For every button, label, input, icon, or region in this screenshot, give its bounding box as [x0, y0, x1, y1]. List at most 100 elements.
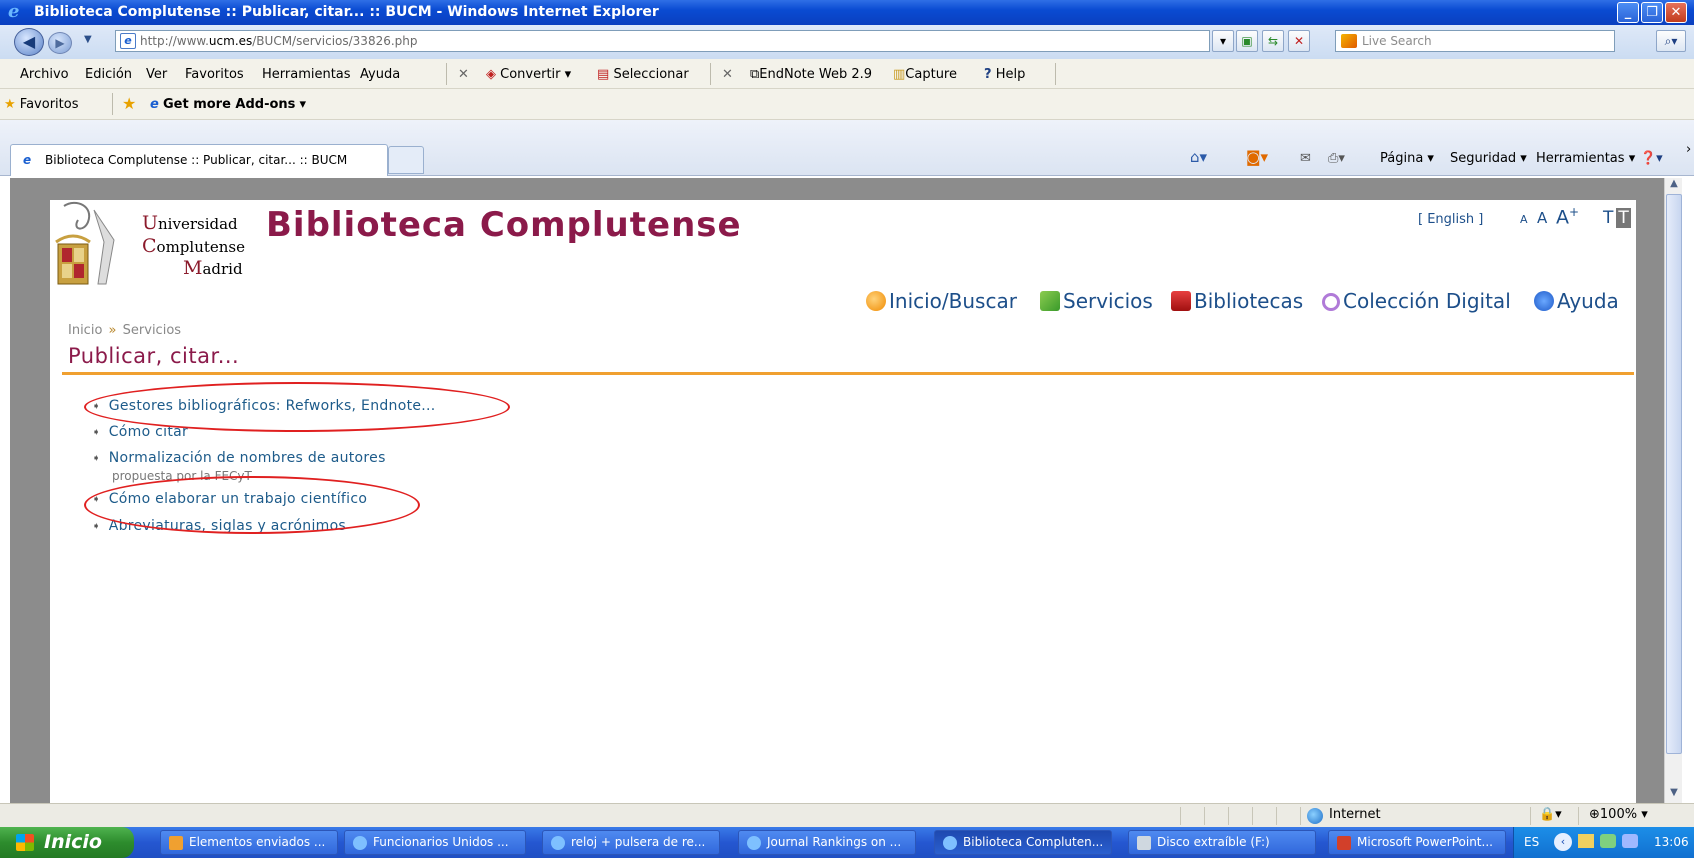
new-tab-button[interactable]: [388, 146, 424, 174]
capture-button[interactable]: ▥Capture: [893, 67, 957, 82]
address-input[interactable]: e http://www.ucm.es/BUCM/servicios/33826…: [115, 30, 1210, 52]
print-icon[interactable]: ⎙▾: [1328, 151, 1345, 166]
feeds-icon[interactable]: ◙▾: [1246, 148, 1268, 166]
font-size-large-button[interactable]: A+: [1556, 205, 1579, 228]
english-language-link[interactable]: [ English ]: [1418, 212, 1483, 227]
menu-edicion[interactable]: Edición: [85, 67, 132, 82]
stop-icon[interactable]: ✕: [1288, 30, 1310, 52]
book-icon: [1040, 291, 1060, 311]
protected-mode-icon[interactable]: 🔒▾: [1530, 807, 1578, 825]
convert-button[interactable]: ◈ Convertir ▾: [486, 67, 571, 82]
link-como-citar[interactable]: ➧ Cómo citar: [92, 424, 188, 440]
toolbar-close-icon[interactable]: ✕: [458, 67, 469, 82]
toolbar-close-icon[interactable]: ✕: [722, 67, 733, 82]
nav-servicios[interactable]: Servicios: [1040, 289, 1153, 313]
status-cell: [1228, 807, 1252, 825]
menu-archivo[interactable]: Archivo: [20, 67, 69, 82]
tools-menu-button[interactable]: Herramientas ▾: [1536, 151, 1635, 166]
overflow-chevron-icon[interactable]: ›: [1686, 142, 1691, 157]
mail-icon[interactable]: ✉: [1300, 151, 1311, 166]
search-input[interactable]: Live Search: [1335, 30, 1615, 52]
taskbar-item-outlook[interactable]: Elementos enviados ...: [160, 830, 338, 855]
taskbar-item-disco[interactable]: Disco extraíble (F:): [1128, 830, 1316, 855]
taskbar-item-powerpoint[interactable]: Microsoft PowerPoint...: [1328, 830, 1506, 855]
help-label: Help: [995, 67, 1026, 82]
ie-icon: [943, 836, 957, 850]
help-menu-icon[interactable]: ❓▾: [1640, 151, 1663, 166]
text-only-button[interactable]: TT: [1603, 208, 1631, 228]
nav-inicio-buscar[interactable]: Inicio/Buscar: [866, 289, 1017, 313]
security-menu-button[interactable]: Seguridad ▾: [1450, 151, 1527, 166]
bullet-arrow-icon: ➧: [92, 427, 101, 438]
scroll-up-icon[interactable]: ▲: [1667, 178, 1681, 192]
windows-logo-icon: [16, 834, 34, 851]
breadcrumb-servicios[interactable]: Servicios: [123, 323, 181, 338]
favorites-button[interactable]: ★ Favoritos: [4, 97, 78, 112]
menu-herramientas[interactable]: Herramientas: [262, 67, 351, 82]
back-button[interactable]: ◀: [14, 28, 44, 56]
nav-bibliotecas[interactable]: Bibliotecas: [1171, 289, 1303, 313]
taskbar-item-ie-biblioteca[interactable]: Biblioteca Compluten...: [934, 830, 1112, 855]
menu-ver[interactable]: Ver: [146, 67, 167, 82]
search-button[interactable]: ⌕▾: [1656, 30, 1686, 52]
link-trabajo-cientifico-label: Cómo elaborar un trabajo científico: [108, 491, 368, 507]
scroll-thumb[interactable]: [1666, 194, 1682, 754]
font-size-medium-button[interactable]: A: [1537, 209, 1547, 227]
taskbar-item-ie-journal[interactable]: Journal Rankings on ...: [738, 830, 916, 855]
network-tray-icon[interactable]: [1600, 834, 1616, 848]
link-como-citar-label: Cómo citar: [108, 424, 189, 440]
get-addons-button[interactable]: e Get more Add-ons ▾: [150, 97, 306, 112]
zone-indicator[interactable]: Internet: [1300, 807, 1530, 825]
mail-tray-icon[interactable]: [1578, 834, 1594, 848]
page-menu-button[interactable]: Página ▾: [1380, 151, 1434, 166]
tab-biblioteca[interactable]: e Biblioteca Complutense :: Publicar, ci…: [10, 144, 388, 176]
font-size-small-button[interactable]: A: [1520, 213, 1528, 226]
link-normalizacion-autores[interactable]: ➧ Normalización de nombres de autores: [92, 450, 386, 466]
help-button[interactable]: ? Help: [984, 67, 1025, 82]
capture-label: Capture: [905, 67, 957, 82]
zoom-control[interactable]: ⊕100% ▾: [1578, 807, 1694, 825]
start-button[interactable]: Inicio: [0, 827, 134, 858]
maximize-button[interactable]: ❐: [1641, 2, 1663, 23]
nav-servicios-label: Servicios: [1063, 289, 1153, 313]
select-button[interactable]: ▤ Seleccionar: [597, 67, 689, 82]
scroll-down-icon[interactable]: ▼: [1667, 787, 1681, 801]
add-favorite-icon[interactable]: ★: [122, 94, 136, 113]
menu-favoritos[interactable]: Favoritos: [185, 67, 244, 82]
ie-icon: [551, 836, 565, 850]
history-dropdown-icon[interactable]: ▼: [84, 34, 92, 45]
title-divider: [62, 372, 1634, 375]
endnote-button[interactable]: ⧉EndNote Web 2.9: [750, 67, 872, 82]
nav-coleccion-digital[interactable]: Colección Digital: [1322, 289, 1511, 313]
home-icon[interactable]: ⌂▾: [1190, 148, 1207, 166]
menu-ayuda[interactable]: Ayuda: [360, 67, 400, 82]
vertical-scrollbar[interactable]: ▲ ▼: [1664, 178, 1682, 803]
taskbar-item-ie-funcionarios[interactable]: Funcionarios Unidos ...: [344, 830, 526, 855]
minimize-button[interactable]: _: [1617, 2, 1639, 23]
link-gestores-bibliograficos[interactable]: ➧ Gestores bibliográficos: Refworks, Endn…: [92, 398, 436, 414]
forward-button[interactable]: ▶: [48, 32, 72, 54]
address-dropdown-button[interactable]: ▾: [1212, 30, 1234, 52]
link-abreviaturas[interactable]: ➧ Abreviaturas, siglas y acrónimos: [92, 518, 346, 534]
page-background-right: [1636, 200, 1664, 803]
nav-ayuda[interactable]: Ayuda: [1534, 289, 1619, 313]
link-abreviaturas-label: Abreviaturas, siglas y acrónimos: [108, 518, 347, 534]
refresh-icon[interactable]: ⇆: [1262, 30, 1284, 52]
link-trabajo-cientifico[interactable]: ➧ Cómo elaborar un trabajo científico: [92, 491, 367, 507]
messenger-tray-icon[interactable]: [1622, 834, 1638, 848]
tray-expand-icon[interactable]: ‹: [1554, 833, 1572, 851]
clock[interactable]: 13:06: [1654, 835, 1689, 849]
tab-bar: e Biblioteca Complutense :: Publicar, ci…: [0, 120, 1694, 176]
font-size-large-label: A: [1556, 206, 1569, 229]
ie-icon: [353, 836, 367, 850]
breadcrumb-inicio[interactable]: Inicio: [68, 323, 102, 338]
nav-coleccion-digital-label: Colección Digital: [1343, 289, 1511, 313]
language-indicator[interactable]: ES: [1524, 835, 1539, 849]
taskbar-item-ie-reloj[interactable]: reloj + pulsera de re...: [542, 830, 720, 855]
menu-separator: [710, 63, 711, 85]
outlook-icon: [169, 836, 183, 850]
close-button[interactable]: ✕: [1665, 2, 1687, 23]
compatibility-view-icon[interactable]: ▣: [1236, 30, 1258, 52]
bullet-arrow-icon: ➧: [92, 401, 101, 412]
favorites-bar: ★ Favoritos ★ e Get more Add-ons ▾: [0, 89, 1694, 120]
